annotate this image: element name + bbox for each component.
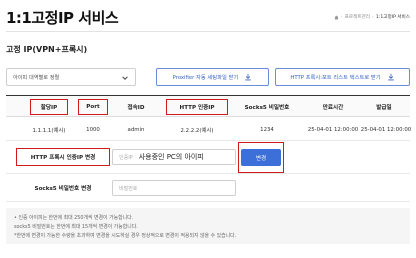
chevron-down-icon: [122, 76, 128, 80]
breadcrumb-separator: ›: [372, 14, 374, 20]
http-auth-ip-value: 사용중인 PC의 아이피: [138, 153, 204, 161]
breadcrumb-item-current: 1:1고정IP 서비스: [375, 15, 410, 20]
cell-http-auth-ip: 2.2.2.2(예시): [180, 128, 214, 134]
breadcrumb: › 프로젝트관리 › 1:1고정IP 서비스: [334, 14, 410, 20]
column-header-socks5-password: Socks5 비밀번호: [244, 105, 290, 111]
download-icon: [387, 73, 394, 81]
note-line: • 인증 아이피는 한번에 최대 250개씩 변경이 가능합니다.: [14, 215, 134, 221]
table-header: 할당IP Port 접속ID HTTP 인증IP Socks5 비밀번호 만료시…: [6, 95, 410, 117]
cell-port: 1000: [86, 127, 100, 133]
http-auth-ip-change-highlight: 변경: [238, 142, 284, 173]
http-auth-ip-change-row: HTTP 프록시 인증IP 변경 인증IP 사용중인 PC의 아이피 변경: [6, 142, 410, 174]
socks5-password-input[interactable]: 비밀번호: [112, 180, 236, 196]
proxifier-download-label: Proxifier 자동 세팅파일 받기: [172, 75, 239, 81]
table-row: 1.1.1.1(예시) 1000 admin 2.2.2.2(예시) 1234 …: [6, 119, 412, 141]
socks5-password-change-label: Socks5 비밀번호 변경: [34, 186, 92, 192]
cell-issued: 25-04-01 12:00:00: [360, 127, 412, 133]
http-auth-ip-input[interactable]: 인증IP 사용중인 PC의 아이피: [112, 149, 236, 165]
home-icon[interactable]: [334, 15, 339, 20]
column-header-expiry: 만료시간: [322, 105, 344, 111]
title-divider: [6, 31, 410, 32]
note-line: socks5 비밀번호는 한번에 최대 15개씩 변경이 가능합니다.: [14, 224, 138, 230]
http-auth-ip-placeholder: 인증IP: [119, 154, 133, 161]
section-title: 고정 IP(VPN+프록시): [6, 45, 88, 54]
http-proxy-list-download-label: HTTP 프록시:포트 리스트 텍스트로 받기: [290, 75, 381, 81]
notes-box: • 인증 아이피는 한번에 최대 250개씩 변경이 가능합니다. socks5…: [6, 208, 410, 244]
http-auth-ip-change-label: HTTP 프록시 인증IP 변경: [16, 148, 110, 166]
cell-login-id: admin: [127, 127, 145, 133]
breadcrumb-separator: ›: [340, 14, 343, 20]
column-header-issued: 발급일: [376, 105, 392, 111]
cell-socks5-password: 1234: [260, 127, 274, 133]
socks5-password-placeholder: 비밀번호: [119, 185, 138, 192]
note-line: *한번에 변경이 가능한 수량을 초과하여 변경을 시도하실 경우 정상적으로 …: [14, 233, 237, 239]
download-icon: [245, 73, 252, 81]
column-header-http-auth-ip: HTTP 인증IP: [166, 99, 228, 115]
sort-select-value: 아이피 대역별로 정렬: [13, 74, 60, 81]
column-header-assigned-ip: 할당IP: [30, 99, 68, 115]
socks5-password-change-row: Socks5 비밀번호 변경 비밀번호: [6, 174, 410, 202]
breadcrumb-item-project[interactable]: 프로젝트관리: [345, 14, 370, 20]
page-title: 1:1고정IP 서비스: [6, 9, 119, 27]
http-auth-ip-change-button[interactable]: 변경: [241, 149, 281, 166]
cell-expiry: 25-04-01 12:00:00: [307, 127, 359, 133]
proxifier-download-button[interactable]: Proxifier 자동 세팅파일 받기: [156, 68, 269, 86]
column-header-login-id: 접속ID: [127, 105, 145, 111]
http-proxy-list-download-button[interactable]: HTTP 프록시:포트 리스트 텍스트로 받기: [275, 68, 410, 86]
cell-assigned-ip: 1.1.1.1(예시): [32, 128, 66, 134]
sort-select[interactable]: 아이피 대역별로 정렬: [6, 68, 136, 86]
column-header-port: Port: [78, 99, 108, 115]
